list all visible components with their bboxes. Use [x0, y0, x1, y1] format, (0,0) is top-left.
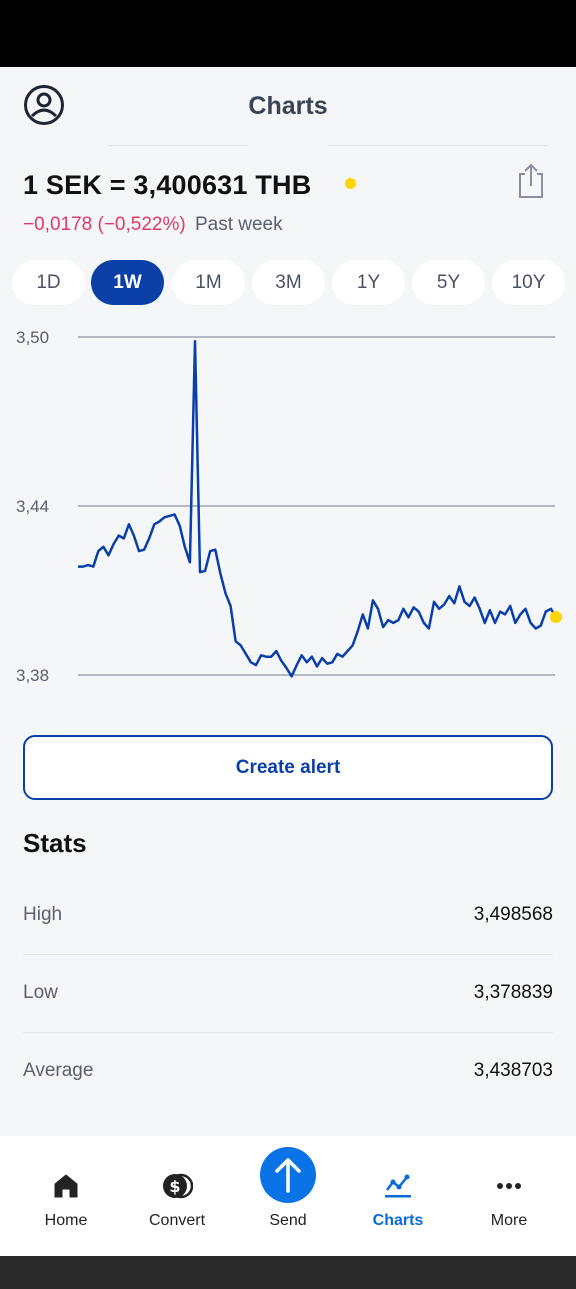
stat-divider: [23, 1032, 553, 1033]
charts-icon: [382, 1170, 414, 1202]
stat-row-low: Low 3,378839: [23, 982, 553, 1060]
stat-value: 3,438703: [473, 1060, 553, 1081]
nav-charts[interactable]: Charts: [343, 1136, 453, 1256]
header: Charts: [0, 67, 576, 147]
period-1m[interactable]: 1M: [172, 260, 245, 305]
stat-row-average: Average 3,438703: [23, 1060, 553, 1138]
nav-more[interactable]: More: [454, 1136, 564, 1256]
more-icon: [493, 1170, 525, 1202]
nav-label: Send: [269, 1212, 307, 1229]
rate-change-row: −0,0178 (−0,522%) Past week: [23, 214, 283, 236]
chart-series-line: [78, 339, 558, 678]
system-nav-bar: [0, 1256, 576, 1289]
stat-row-high: High 3,498568: [23, 904, 553, 982]
svg-text:$: $: [169, 1177, 180, 1196]
chart-tick-label: 3,44: [16, 497, 49, 516]
period-1w[interactable]: 1W: [91, 260, 164, 305]
page-title: Charts: [248, 92, 328, 120]
header-divider: [328, 145, 548, 146]
period-selector: 1D 1W 1M 3M 1Y 5Y 10Y: [12, 260, 568, 305]
period-1y[interactable]: 1Y: [332, 260, 405, 305]
home-icon: [50, 1170, 82, 1202]
stat-value: 3,498568: [473, 904, 553, 925]
chart-current-point: [550, 610, 562, 623]
header-divider: [108, 145, 248, 146]
nav-send[interactable]: Send: [233, 1136, 343, 1256]
period-10y[interactable]: 10Y: [492, 260, 565, 305]
chart-tick-label: 3,50: [16, 328, 49, 347]
status-bar: [0, 0, 576, 67]
period-1d[interactable]: 1D: [12, 260, 85, 305]
stat-value: 3,378839: [473, 982, 553, 1003]
share-icon[interactable]: [514, 162, 548, 200]
nav-convert[interactable]: $ Convert: [122, 1136, 232, 1256]
nav-label: Home: [44, 1212, 88, 1229]
stat-label: High: [23, 904, 63, 925]
nav-label: Charts: [372, 1212, 424, 1229]
exchange-rate: 1 SEK = 3,400631 THB: [23, 170, 312, 200]
period-3m[interactable]: 3M: [252, 260, 325, 305]
send-arrow-icon: [260, 1147, 316, 1203]
rate-chart[interactable]: 3,50 3,44 3,38: [0, 318, 576, 698]
live-indicator-dot: [345, 178, 356, 189]
stat-label: Average: [23, 1060, 94, 1081]
nav-home[interactable]: Home: [11, 1136, 121, 1256]
nav-label: More: [490, 1212, 528, 1229]
convert-icon: $: [161, 1170, 194, 1202]
nav-label: Convert: [148, 1212, 206, 1229]
rate-change-period: Past week: [194, 214, 283, 235]
period-5y[interactable]: 5Y: [412, 260, 485, 305]
bottom-nav: Home $ Convert Send Charts More: [0, 1136, 576, 1256]
stats-title: Stats: [23, 828, 87, 858]
stat-divider: [23, 954, 553, 955]
rate-change: −0,0178 (−0,522%): [23, 214, 186, 235]
stat-label: Low: [23, 982, 58, 1003]
chart-tick-label: 3,38: [16, 666, 49, 685]
create-alert-button[interactable]: Create alert: [23, 735, 553, 800]
